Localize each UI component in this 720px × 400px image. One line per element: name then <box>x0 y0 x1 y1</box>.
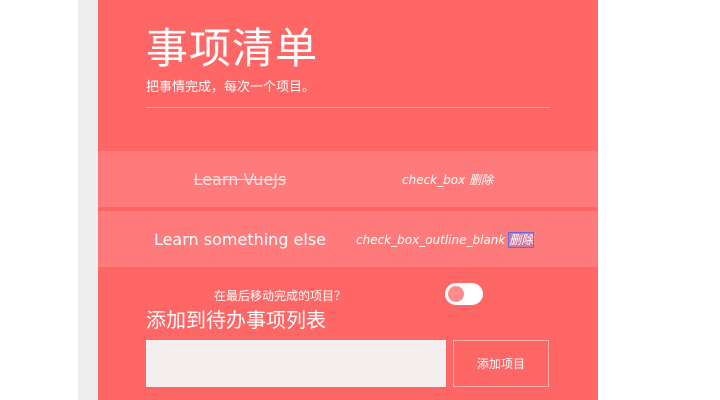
todo-panel: 事项清单 把事情完成，每次一个项目。 Learn VueJs check_box… <box>98 0 598 400</box>
add-todo-title: 添加到待办事项列表 <box>146 308 326 332</box>
move-completed-setting: 在最后移动完成的项目？ <box>98 283 598 307</box>
todo-item-label[interactable]: Learn something else <box>98 230 382 249</box>
todo-item-learn-something-else[interactable]: Learn something else check_box_outline_b… <box>98 211 598 267</box>
delete-button[interactable]: 删除 <box>508 231 535 248</box>
move-completed-label: 在最后移动完成的项目？ <box>214 289 347 303</box>
checkbox-blank-icon[interactable]: check_box_outline_blank <box>356 233 505 247</box>
todo-item-learn-vuejs[interactable]: Learn VueJs check_box 删除 <box>98 151 598 207</box>
todo-item-actions: check_box 删除 <box>402 171 493 188</box>
todo-item-actions: check_box_outline_blank 删除 <box>356 231 535 248</box>
page-title: 事项清单 <box>146 24 319 73</box>
header: 事项清单 把事情完成，每次一个项目。 <box>146 24 550 108</box>
left-sidebar-strip <box>78 0 98 400</box>
add-todo-input[interactable] <box>146 340 446 387</box>
checkbox-checked-icon[interactable]: check_box <box>402 173 465 187</box>
add-item-button[interactable]: 添加项目 <box>453 340 549 387</box>
page-subtitle: 把事情完成，每次一个项目。 <box>146 80 316 95</box>
toggle-knob <box>448 286 464 302</box>
move-completed-toggle[interactable] <box>445 283 483 305</box>
delete-button[interactable]: 删除 <box>469 173 493 187</box>
todo-item-label[interactable]: Learn VueJs <box>98 170 382 189</box>
